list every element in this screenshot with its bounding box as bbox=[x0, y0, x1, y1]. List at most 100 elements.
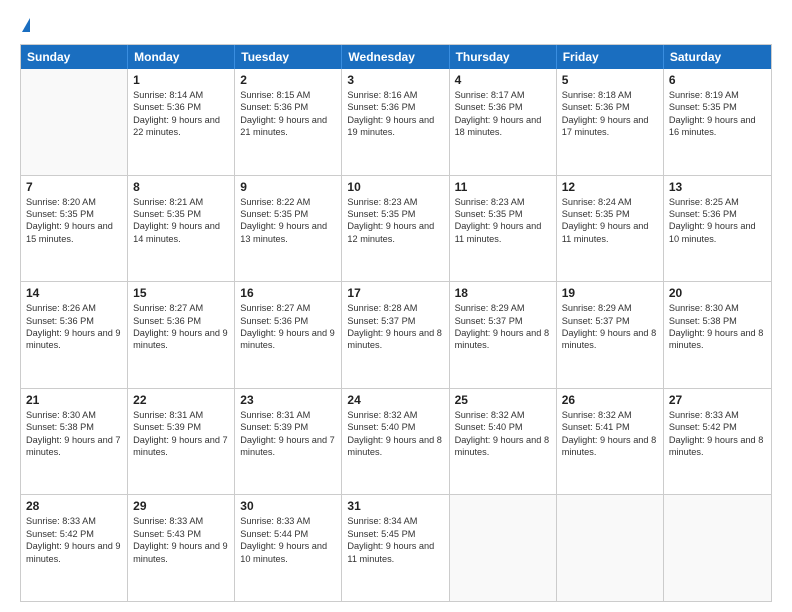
day-cell-4: 4 Sunrise: 8:17 AMSunset: 5:36 PMDaylight… bbox=[450, 69, 557, 175]
logo-triangle-icon bbox=[22, 18, 30, 32]
day-number: 30 bbox=[240, 499, 336, 513]
header-day-monday: Monday bbox=[128, 45, 235, 69]
day-number: 14 bbox=[26, 286, 122, 300]
day-cell-29: 29 Sunrise: 8:33 AMSunset: 5:43 PMDayligh… bbox=[128, 495, 235, 601]
day-cell-20: 20 Sunrise: 8:30 AMSunset: 5:38 PMDayligh… bbox=[664, 282, 771, 388]
day-number: 13 bbox=[669, 180, 766, 194]
cell-info: Sunrise: 8:20 AMSunset: 5:35 PMDaylight:… bbox=[26, 196, 122, 246]
day-number: 17 bbox=[347, 286, 443, 300]
day-cell-13: 13 Sunrise: 8:25 AMSunset: 5:36 PMDayligh… bbox=[664, 176, 771, 282]
day-number: 21 bbox=[26, 393, 122, 407]
calendar-week-5: 28 Sunrise: 8:33 AMSunset: 5:42 PMDayligh… bbox=[21, 494, 771, 601]
day-cell-26: 26Sunrise: 8:32 AMSunset: 5:41 PMDayligh… bbox=[557, 389, 664, 495]
empty-cell bbox=[450, 495, 557, 601]
cell-info: Sunrise: 8:29 AMSunset: 5:37 PMDaylight:… bbox=[562, 302, 658, 352]
cell-info: Sunrise: 8:18 AMSunset: 5:36 PMDaylight:… bbox=[562, 89, 658, 139]
day-cell-31: 31 Sunrise: 8:34 AMSunset: 5:45 PMDayligh… bbox=[342, 495, 449, 601]
day-number: 19 bbox=[562, 286, 658, 300]
cell-info: Sunrise: 8:32 AMSunset: 5:41 PMDaylight:… bbox=[562, 409, 658, 459]
day-cell-30: 30Sunrise: 8:33 AMSunset: 5:44 PMDayligh… bbox=[235, 495, 342, 601]
empty-cell bbox=[21, 69, 128, 175]
cell-info: Sunrise: 8:14 AMSunset: 5:36 PMDaylight:… bbox=[133, 89, 229, 139]
day-number: 4 bbox=[455, 73, 551, 87]
page: SundayMondayTuesdayWednesdayThursdayFrid… bbox=[0, 0, 792, 612]
calendar-week-4: 21 Sunrise: 8:30 AMSunset: 5:38 PMDayligh… bbox=[21, 388, 771, 495]
cell-info: Sunrise: 8:34 AMSunset: 5:45 PMDaylight:… bbox=[347, 515, 443, 565]
day-cell-28: 28 Sunrise: 8:33 AMSunset: 5:42 PMDayligh… bbox=[21, 495, 128, 601]
day-number: 31 bbox=[347, 499, 443, 513]
cell-info: Sunrise: 8:33 AMSunset: 5:42 PMDaylight:… bbox=[26, 515, 122, 565]
calendar-body: 1 Sunrise: 8:14 AMSunset: 5:36 PMDaylight… bbox=[21, 69, 771, 601]
day-number: 23 bbox=[240, 393, 336, 407]
logo bbox=[20, 18, 30, 34]
cell-info: Sunrise: 8:31 AMSunset: 5:39 PMDaylight:… bbox=[240, 409, 336, 459]
header-day-tuesday: Tuesday bbox=[235, 45, 342, 69]
cell-info: Sunrise: 8:33 AMSunset: 5:43 PMDaylight:… bbox=[133, 515, 229, 565]
header-day-thursday: Thursday bbox=[450, 45, 557, 69]
header-day-friday: Friday bbox=[557, 45, 664, 69]
day-number: 22 bbox=[133, 393, 229, 407]
day-cell-24: 24Sunrise: 8:32 AMSunset: 5:40 PMDayligh… bbox=[342, 389, 449, 495]
day-number: 20 bbox=[669, 286, 766, 300]
cell-info: Sunrise: 8:30 AMSunset: 5:38 PMDaylight:… bbox=[669, 302, 766, 352]
day-cell-7: 7 Sunrise: 8:20 AMSunset: 5:35 PMDaylight… bbox=[21, 176, 128, 282]
day-cell-12: 12 Sunrise: 8:24 AMSunset: 5:35 PMDayligh… bbox=[557, 176, 664, 282]
day-cell-18: 18 Sunrise: 8:29 AMSunset: 5:37 PMDayligh… bbox=[450, 282, 557, 388]
cell-info: Sunrise: 8:31 AMSunset: 5:39 PMDaylight:… bbox=[133, 409, 229, 459]
day-cell-19: 19 Sunrise: 8:29 AMSunset: 5:37 PMDayligh… bbox=[557, 282, 664, 388]
cell-info: Sunrise: 8:19 AMSunset: 5:35 PMDaylight:… bbox=[669, 89, 766, 139]
cell-info: Sunrise: 8:33 AMSunset: 5:42 PMDaylight:… bbox=[669, 409, 766, 459]
day-cell-21: 21 Sunrise: 8:30 AMSunset: 5:38 PMDayligh… bbox=[21, 389, 128, 495]
day-cell-23: 23 Sunrise: 8:31 AMSunset: 5:39 PMDayligh… bbox=[235, 389, 342, 495]
header-day-wednesday: Wednesday bbox=[342, 45, 449, 69]
day-cell-17: 17 Sunrise: 8:28 AMSunset: 5:37 PMDayligh… bbox=[342, 282, 449, 388]
day-number: 16 bbox=[240, 286, 336, 300]
day-cell-22: 22 Sunrise: 8:31 AMSunset: 5:39 PMDayligh… bbox=[128, 389, 235, 495]
cell-info: Sunrise: 8:25 AMSunset: 5:36 PMDaylight:… bbox=[669, 196, 766, 246]
empty-cell bbox=[664, 495, 771, 601]
day-number: 18 bbox=[455, 286, 551, 300]
day-number: 1 bbox=[133, 73, 229, 87]
day-cell-9: 9 Sunrise: 8:22 AMSunset: 5:35 PMDaylight… bbox=[235, 176, 342, 282]
cell-info: Sunrise: 8:17 AMSunset: 5:36 PMDaylight:… bbox=[455, 89, 551, 139]
day-number: 28 bbox=[26, 499, 122, 513]
day-cell-27: 27 Sunrise: 8:33 AMSunset: 5:42 PMDayligh… bbox=[664, 389, 771, 495]
day-number: 11 bbox=[455, 180, 551, 194]
day-number: 25 bbox=[455, 393, 551, 407]
day-number: 8 bbox=[133, 180, 229, 194]
day-cell-11: 11Sunrise: 8:23 AMSunset: 5:35 PMDayligh… bbox=[450, 176, 557, 282]
cell-info: Sunrise: 8:30 AMSunset: 5:38 PMDaylight:… bbox=[26, 409, 122, 459]
cell-info: Sunrise: 8:29 AMSunset: 5:37 PMDaylight:… bbox=[455, 302, 551, 352]
day-number: 6 bbox=[669, 73, 766, 87]
cell-info: Sunrise: 8:32 AMSunset: 5:40 PMDaylight:… bbox=[455, 409, 551, 459]
day-number: 5 bbox=[562, 73, 658, 87]
day-number: 7 bbox=[26, 180, 122, 194]
cell-info: Sunrise: 8:23 AMSunset: 5:35 PMDaylight:… bbox=[347, 196, 443, 246]
day-cell-10: 10 Sunrise: 8:23 AMSunset: 5:35 PMDayligh… bbox=[342, 176, 449, 282]
day-number: 10 bbox=[347, 180, 443, 194]
cell-info: Sunrise: 8:22 AMSunset: 5:35 PMDaylight:… bbox=[240, 196, 336, 246]
header-day-sunday: Sunday bbox=[21, 45, 128, 69]
calendar-week-2: 7 Sunrise: 8:20 AMSunset: 5:35 PMDaylight… bbox=[21, 175, 771, 282]
cell-info: Sunrise: 8:27 AMSunset: 5:36 PMDaylight:… bbox=[240, 302, 336, 352]
day-number: 29 bbox=[133, 499, 229, 513]
cell-info: Sunrise: 8:16 AMSunset: 5:36 PMDaylight:… bbox=[347, 89, 443, 139]
cell-info: Sunrise: 8:28 AMSunset: 5:37 PMDaylight:… bbox=[347, 302, 443, 352]
day-number: 12 bbox=[562, 180, 658, 194]
cell-info: Sunrise: 8:24 AMSunset: 5:35 PMDaylight:… bbox=[562, 196, 658, 246]
cell-info: Sunrise: 8:21 AMSunset: 5:35 PMDaylight:… bbox=[133, 196, 229, 246]
day-cell-16: 16 Sunrise: 8:27 AMSunset: 5:36 PMDayligh… bbox=[235, 282, 342, 388]
calendar-week-3: 14 Sunrise: 8:26 AMSunset: 5:36 PMDayligh… bbox=[21, 281, 771, 388]
day-cell-2: 2Sunrise: 8:15 AMSunset: 5:36 PMDaylight… bbox=[235, 69, 342, 175]
header bbox=[20, 18, 772, 34]
day-number: 9 bbox=[240, 180, 336, 194]
day-cell-25: 25 Sunrise: 8:32 AMSunset: 5:40 PMDayligh… bbox=[450, 389, 557, 495]
empty-cell bbox=[557, 495, 664, 601]
cell-info: Sunrise: 8:32 AMSunset: 5:40 PMDaylight:… bbox=[347, 409, 443, 459]
cell-info: Sunrise: 8:26 AMSunset: 5:36 PMDaylight:… bbox=[26, 302, 122, 352]
day-cell-1: 1 Sunrise: 8:14 AMSunset: 5:36 PMDaylight… bbox=[128, 69, 235, 175]
day-number: 27 bbox=[669, 393, 766, 407]
day-cell-14: 14 Sunrise: 8:26 AMSunset: 5:36 PMDayligh… bbox=[21, 282, 128, 388]
calendar-header: SundayMondayTuesdayWednesdayThursdayFrid… bbox=[21, 45, 771, 69]
calendar: SundayMondayTuesdayWednesdayThursdayFrid… bbox=[20, 44, 772, 602]
